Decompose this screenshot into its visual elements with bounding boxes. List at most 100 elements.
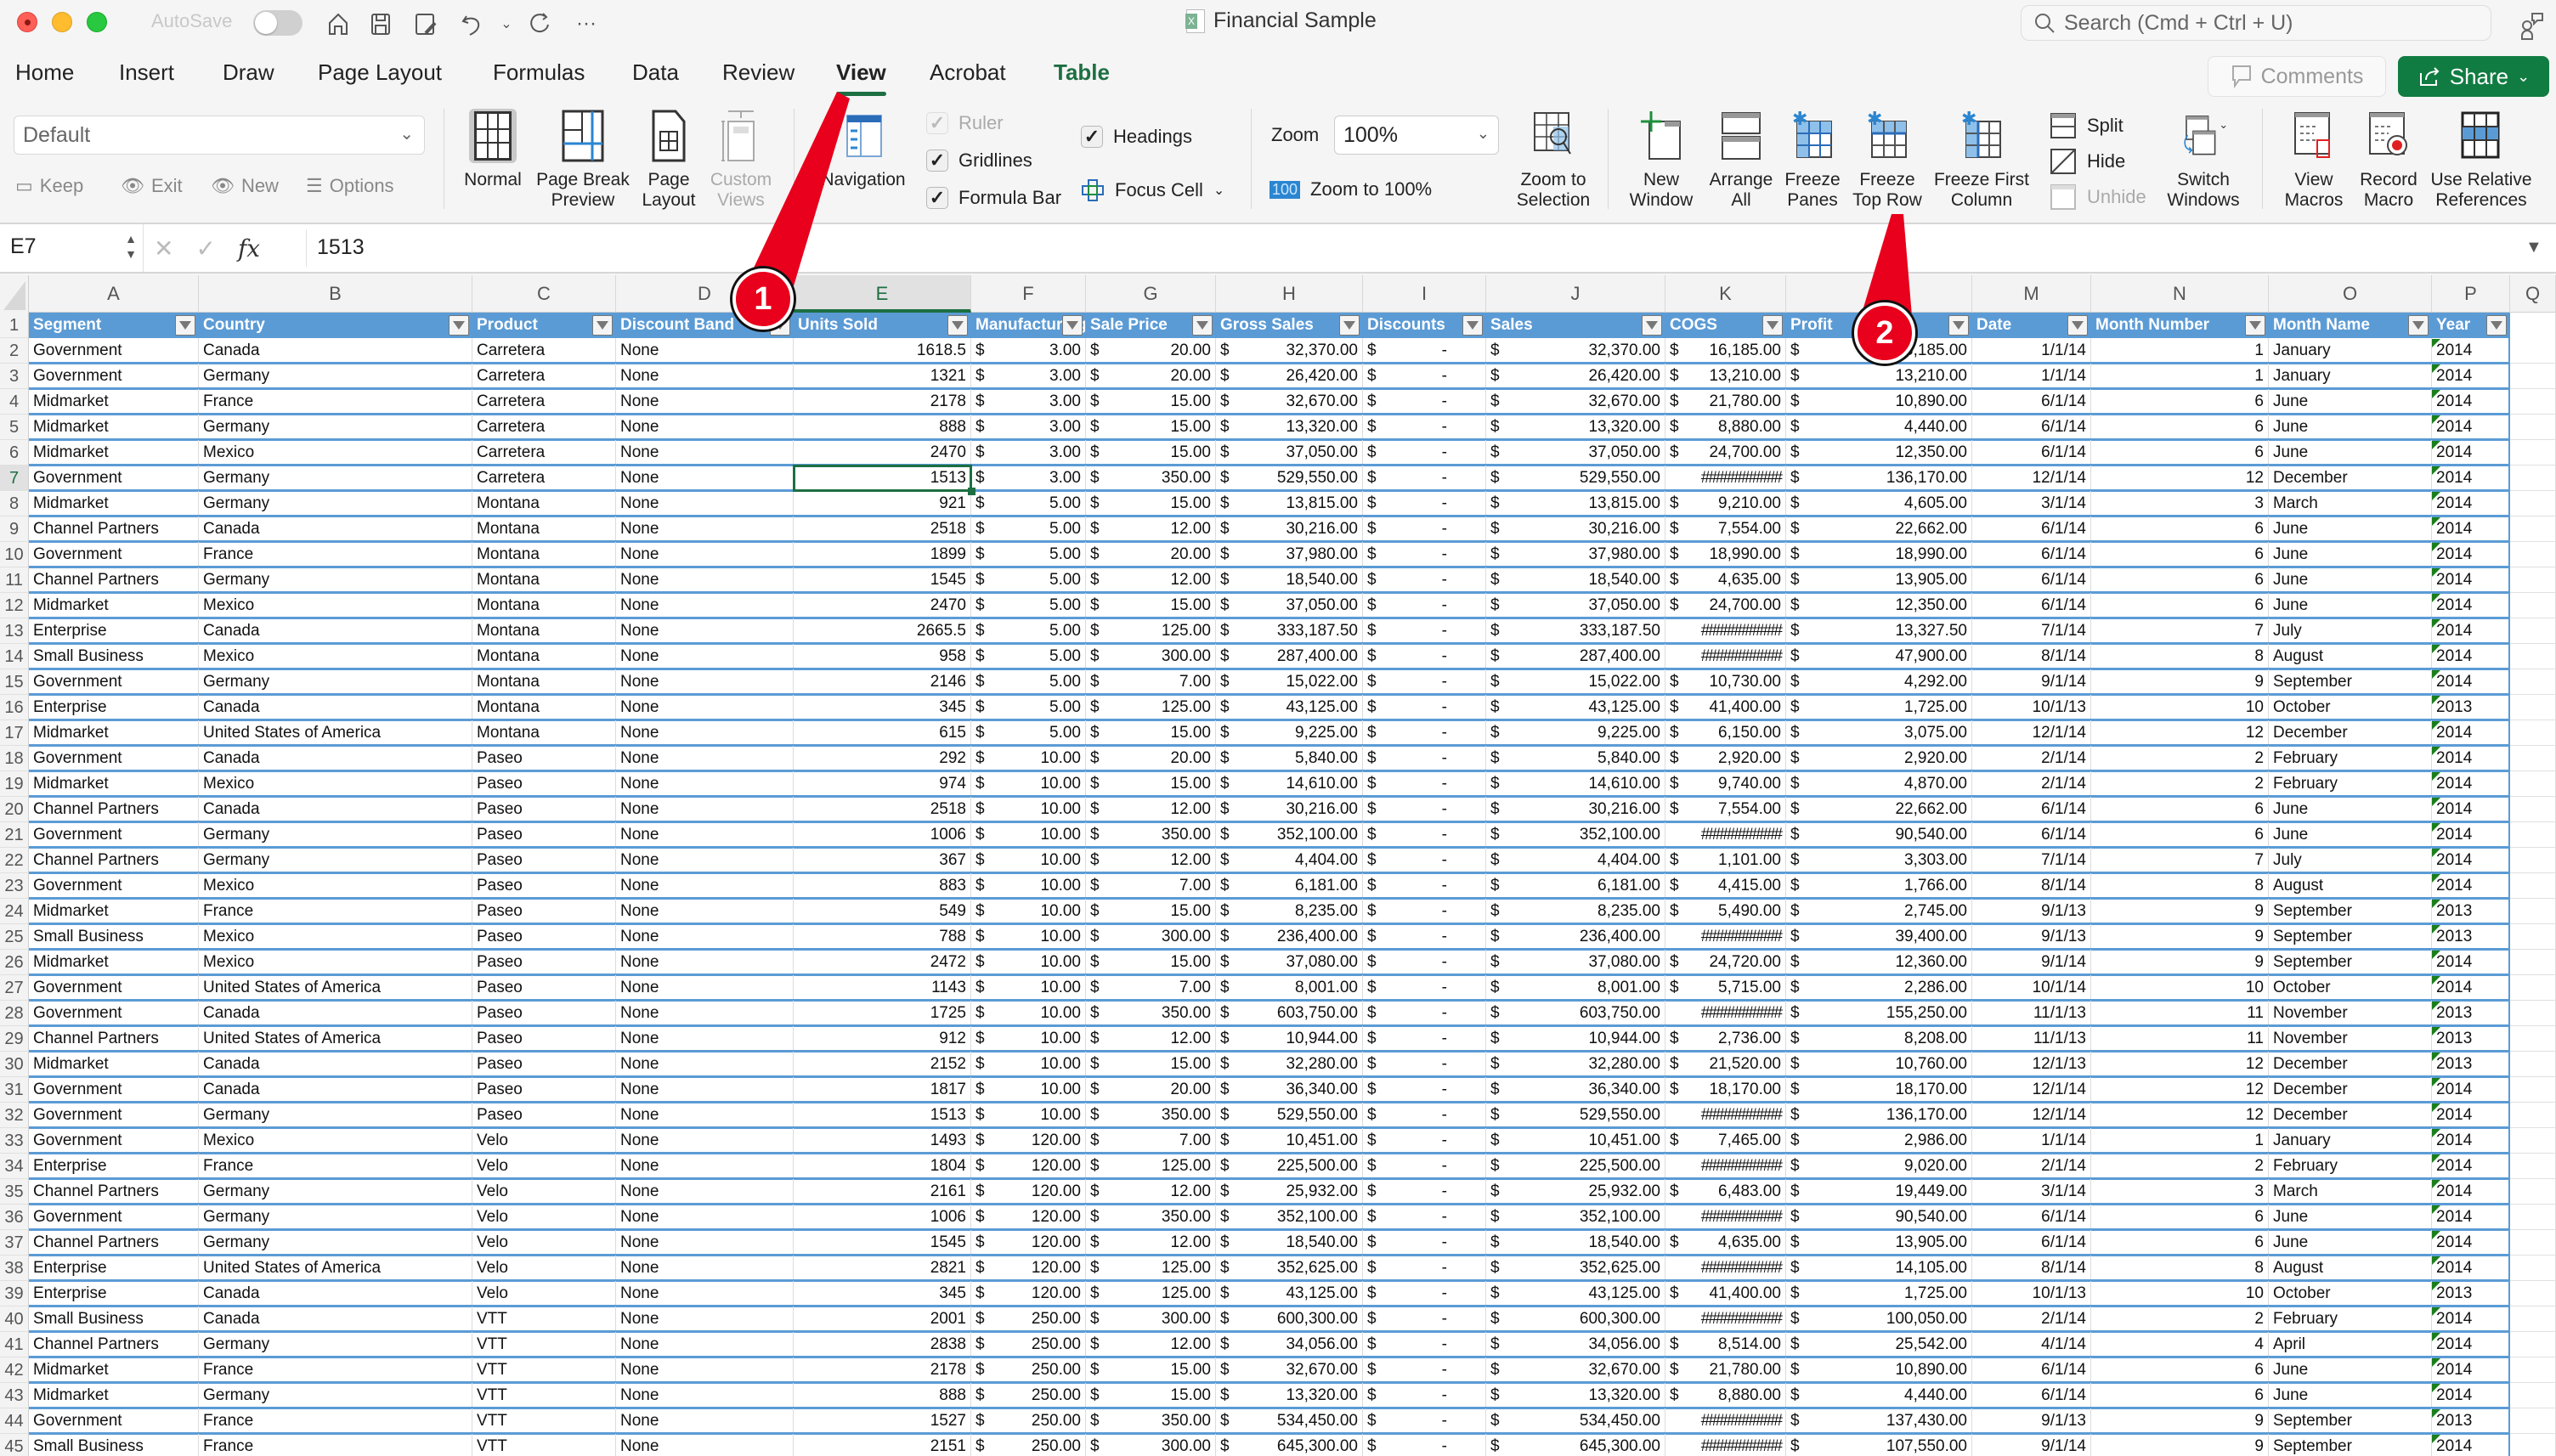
cell-m8[interactable]: 3/1/14 [1972, 491, 2091, 516]
zoom-to-100-button[interactable]: 100 Zoom to 100% [1270, 178, 1432, 200]
cell-d3[interactable]: None [616, 364, 794, 389]
column-header-i[interactable]: I [1363, 275, 1486, 313]
cell-c15[interactable]: Montana [472, 669, 616, 695]
cell-n19[interactable]: 2 [2091, 771, 2269, 797]
cell-n18[interactable]: 2 [2091, 746, 2269, 771]
cell-h8[interactable]: $13,815.00 [1216, 491, 1363, 516]
cell-i42[interactable]: $ - [1363, 1357, 1486, 1383]
cell-j27[interactable]: $8,001.00 [1486, 975, 1665, 1001]
cell-b31[interactable]: Canada [199, 1077, 472, 1103]
cell-c35[interactable]: Velo [472, 1179, 616, 1205]
row-header-31[interactable]: 31 [0, 1077, 29, 1103]
cell-q9[interactable] [2510, 516, 2556, 542]
cell-q42[interactable] [2510, 1357, 2556, 1383]
cell-p37[interactable]: 2014 [2432, 1230, 2510, 1256]
cell-o40[interactable]: February [2269, 1306, 2432, 1332]
cell-o12[interactable]: June [2269, 593, 2432, 618]
expand-formula-bar-icon[interactable]: ▼ [2525, 238, 2542, 257]
cell-e29[interactable]: 912 [794, 1026, 971, 1052]
row-header-9[interactable]: 9 [0, 516, 29, 542]
cell-c17[interactable]: Montana [472, 720, 616, 746]
cell-q16[interactable] [2510, 695, 2556, 720]
cell-q33[interactable] [2510, 1128, 2556, 1154]
cell-p26[interactable]: 2014 [2432, 950, 2510, 975]
cell-m39[interactable]: 10/1/13 [1972, 1281, 2091, 1306]
cell-p38[interactable]: 2014 [2432, 1256, 2510, 1281]
cell-b2[interactable]: Canada [199, 338, 472, 364]
cell-n10[interactable]: 6 [2091, 542, 2269, 567]
cell-j17[interactable]: $9,225.00 [1486, 720, 1665, 746]
cell-o18[interactable]: February [2269, 746, 2432, 771]
cell-i20[interactable]: $ - [1363, 797, 1486, 822]
cell-j41[interactable]: $34,056.00 [1486, 1332, 1665, 1357]
cell-m44[interactable]: 9/1/13 [1972, 1408, 2091, 1434]
row-header-13[interactable]: 13 [0, 618, 29, 644]
cell-g31[interactable]: $20.00 [1086, 1077, 1216, 1103]
cell-h39[interactable]: $43,125.00 [1216, 1281, 1363, 1306]
cell-b44[interactable]: France [199, 1408, 472, 1434]
cell-q13[interactable] [2510, 618, 2556, 644]
cell-k8[interactable]: $9,210.00 [1665, 491, 1786, 516]
cell-l29[interactable]: $8,208.00 [1786, 1026, 1972, 1052]
cell-c21[interactable]: Paseo [472, 822, 616, 848]
cell-l19[interactable]: $4,870.00 [1786, 771, 1972, 797]
cell-j40[interactable]: $600,300.00 [1486, 1306, 1665, 1332]
custom-views-button[interactable]: Custom Views [705, 109, 777, 211]
cell-l33[interactable]: $2,986.00 [1786, 1128, 1972, 1154]
cell-p30[interactable]: 2013 [2432, 1052, 2510, 1077]
cell-q24[interactable] [2510, 899, 2556, 924]
cell-e26[interactable]: 2472 [794, 950, 971, 975]
cell-f37[interactable]: $120.00 [971, 1230, 1086, 1256]
cell-o30[interactable]: December [2269, 1052, 2432, 1077]
cell-q30[interactable] [2510, 1052, 2556, 1077]
cell-j33[interactable]: $10,451.00 [1486, 1128, 1665, 1154]
cell-i38[interactable]: $ - [1363, 1256, 1486, 1281]
cell-j23[interactable]: $6,181.00 [1486, 873, 1665, 899]
cell-o20[interactable]: June [2269, 797, 2432, 822]
cell-a17[interactable]: Midmarket [29, 720, 199, 746]
cell-f44[interactable]: $250.00 [971, 1408, 1086, 1434]
cell-f9[interactable]: $5.00 [971, 516, 1086, 542]
cell-e2[interactable]: 1618.5 [794, 338, 971, 364]
cell-e27[interactable]: 1143 [794, 975, 971, 1001]
cell-f2[interactable]: $3.00 [971, 338, 1086, 364]
cell-k45[interactable]: ########### [1665, 1434, 1786, 1456]
cell-e16[interactable]: 345 [794, 695, 971, 720]
cell-n13[interactable]: 7 [2091, 618, 2269, 644]
cell-p5[interactable]: 2014 [2432, 415, 2510, 440]
cell-a33[interactable]: Government [29, 1128, 199, 1154]
cell-b29[interactable]: United States of America [199, 1026, 472, 1052]
cell-k38[interactable]: ########### [1665, 1256, 1786, 1281]
split-button[interactable]: Split [2050, 112, 2123, 139]
cell-i21[interactable]: $ - [1363, 822, 1486, 848]
cell-b6[interactable]: Mexico [199, 440, 472, 466]
cell-e25[interactable]: 788 [794, 924, 971, 950]
cell-g13[interactable]: $125.00 [1086, 618, 1216, 644]
cell-e20[interactable]: 2518 [794, 797, 971, 822]
cell-d17[interactable]: None [616, 720, 794, 746]
cell-a31[interactable]: Government [29, 1077, 199, 1103]
cell-o37[interactable]: June [2269, 1230, 2432, 1256]
cell-k32[interactable]: ########### [1665, 1103, 1786, 1128]
cell-o23[interactable]: August [2269, 873, 2432, 899]
cell-l18[interactable]: $2,920.00 [1786, 746, 1972, 771]
cell-i8[interactable]: $ - [1363, 491, 1486, 516]
cell-j4[interactable]: $32,670.00 [1486, 389, 1665, 415]
filter-dropdown-icon[interactable] [1339, 315, 1360, 336]
cell-e28[interactable]: 1725 [794, 1001, 971, 1026]
cell-k27[interactable]: $5,715.00 [1665, 975, 1786, 1001]
row-header-40[interactable]: 40 [0, 1306, 29, 1332]
cell-n14[interactable]: 8 [2091, 644, 2269, 669]
cell-b45[interactable]: France [199, 1434, 472, 1456]
cell-i6[interactable]: $ - [1363, 440, 1486, 466]
cell-a21[interactable]: Government [29, 822, 199, 848]
cell-o25[interactable]: September [2269, 924, 2432, 950]
cell-p36[interactable]: 2014 [2432, 1205, 2510, 1230]
cell-c5[interactable]: Carretera [472, 415, 616, 440]
cell-c14[interactable]: Montana [472, 644, 616, 669]
cell-e21[interactable]: 1006 [794, 822, 971, 848]
cell-a26[interactable]: Midmarket [29, 950, 199, 975]
tab-page-layout[interactable]: Page Layout [318, 59, 442, 86]
row-header-25[interactable]: 25 [0, 924, 29, 950]
cell-m41[interactable]: 4/1/14 [1972, 1332, 2091, 1357]
